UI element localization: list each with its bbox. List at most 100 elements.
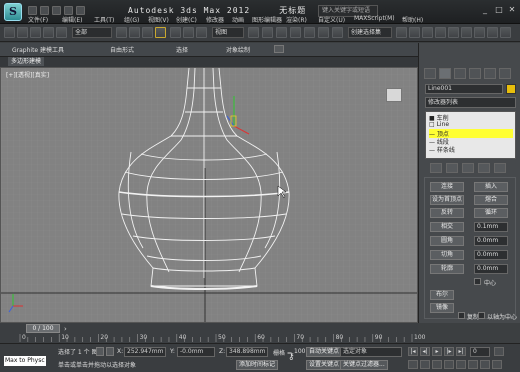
tab-freeform[interactable]: 自由形式 [110,45,134,54]
fov-icon[interactable] [456,360,466,369]
fillet-button[interactable]: 圆角 [430,236,464,246]
center-checkbox[interactable] [474,278,481,285]
redo-icon[interactable] [76,6,85,15]
play-icon[interactable]: ▸ [432,347,442,356]
minimize-button[interactable]: _ [480,5,490,15]
pivot-center-icon[interactable] [248,27,259,38]
schematic-view-icon[interactable] [461,27,472,38]
make-unique-icon[interactable] [462,163,474,173]
menu-views[interactable]: 视图(V) [148,15,169,24]
tab-graphite[interactable]: Graphite 建模工具 [12,45,64,54]
copy-checkbox[interactable] [458,312,465,319]
perspective-viewport[interactable] [0,67,418,323]
ref-coord-select[interactable]: 视图 [212,27,244,38]
zoom-extents-icon[interactable] [432,360,442,369]
chamfer-spinner[interactable]: 0.0mm [474,250,508,260]
menu-tools[interactable]: 工具(T) [94,15,114,24]
outline-spinner[interactable]: 0.0mm [474,264,508,274]
y-coordinate-field[interactable]: -0.0mm [177,347,215,357]
z-coordinate-field[interactable]: 348.898mm [226,347,268,357]
add-time-tag-button[interactable]: 添加时间标记 [236,360,279,370]
zoom-extents-all-icon[interactable] [444,360,454,369]
stack-item-spline[interactable]: — 样条线 [429,145,455,154]
zoom-all-icon[interactable] [420,360,430,369]
menu-animation[interactable]: 动画 [232,15,244,24]
zoom-icon[interactable] [408,360,418,369]
previous-frame-icon[interactable]: ◂| [420,347,430,356]
mirror-icon[interactable] [396,27,407,38]
show-end-result-icon[interactable] [446,163,458,173]
redo-icon[interactable] [17,27,28,38]
viewcube-icon[interactable] [386,88,402,102]
rect-selection-icon[interactable] [142,27,153,38]
key-icon[interactable]: ⚷ [288,352,302,362]
save-file-icon[interactable] [52,6,61,15]
utilities-tab-icon[interactable] [499,68,511,79]
menu-maxscript[interactable]: MAXScript(M) [354,15,395,22]
hierarchy-tab-icon[interactable] [454,68,466,79]
key-filters-button[interactable]: 关键点过滤器... [340,360,388,370]
edit-named-sets-icon[interactable] [332,27,343,38]
auto-key-button[interactable]: 自动关键点 [306,347,343,357]
insert-button[interactable]: 插入 [474,182,508,192]
go-to-end-icon[interactable]: ▸| [456,347,466,356]
pin-stack-icon[interactable] [430,163,442,173]
chamfer-button[interactable]: 切角 [430,250,464,260]
pan-icon[interactable] [468,360,478,369]
configure-sets-icon[interactable] [494,163,506,173]
menu-group[interactable]: 组(G) [124,15,139,24]
close-button[interactable]: ✕ [507,5,517,15]
set-key-button[interactable]: 设置关键点 [306,360,343,370]
outline-button[interactable]: 轮廓 [430,264,464,274]
menu-help[interactable]: 帮助(H) [402,15,423,24]
boolean-button[interactable]: 布尔 [430,290,454,300]
create-tab-icon[interactable] [424,68,436,79]
time-slider[interactable]: 0 / 100 [26,324,60,333]
move-icon[interactable] [170,27,181,38]
app-logo-icon[interactable]: S [4,3,22,21]
graphite-toggle-icon[interactable] [435,27,446,38]
cross-insert-spinner[interactable]: 0.1mm [474,222,508,232]
maxscript-listener-field[interactable]: Max to Physc [4,356,46,366]
bind-icon[interactable] [56,27,67,38]
ribbon-subpanel[interactable]: 多边形建模 [8,57,45,66]
undo-icon[interactable] [64,6,73,15]
spinner-snap-icon[interactable] [318,27,329,38]
menu-rendering[interactable]: 渲染(R) [286,15,307,24]
rotate-icon[interactable] [183,27,194,38]
link-icon[interactable] [30,27,41,38]
x-coordinate-field[interactable]: 252.947mm [124,347,166,357]
select-object-icon[interactable] [116,27,127,38]
connect-button[interactable]: 连接 [430,182,464,192]
undo-icon[interactable] [4,27,15,38]
align-icon[interactable] [409,27,420,38]
remove-modifier-icon[interactable] [478,163,490,173]
tab-selection[interactable]: 选择 [176,45,188,54]
time-config-icon[interactable] [494,347,504,356]
mirror-button[interactable]: 镜像 [430,303,454,313]
menu-graph-editors[interactable]: 图形编辑器 [252,15,282,24]
viewport-label[interactable]: [+][透视][真实] [6,70,49,79]
reverse-button[interactable]: 反转 [430,208,464,218]
tab-object-paint[interactable]: 对象绘制 [226,45,250,54]
cross-insert-button[interactable]: 相交 [430,222,464,232]
current-frame-field[interactable]: 0 [470,347,490,357]
angle-snap-icon[interactable] [290,27,301,38]
render-setup-icon[interactable] [487,27,498,38]
next-frame-icon[interactable]: › [64,325,72,333]
window-crossing-icon[interactable] [155,27,166,38]
snap-toggle-icon[interactable] [276,27,287,38]
lock-selection-icon[interactable] [96,347,104,356]
motion-tab-icon[interactable] [469,68,481,79]
selected-object-select[interactable]: 选定对象 [340,347,402,357]
go-to-start-icon[interactable]: |◂ [408,347,418,356]
curve-editor-icon[interactable] [448,27,459,38]
fillet-spinner[interactable]: 0.0mm [474,236,508,246]
stack-item-line[interactable]: □ Line [429,121,449,128]
orbit-icon[interactable] [480,360,490,369]
menu-create[interactable]: 创建(C) [176,15,197,24]
fuse-button[interactable]: 熔合 [474,195,508,205]
menu-file[interactable]: 文件(F) [28,15,48,24]
new-file-icon[interactable] [28,6,37,15]
modifier-list-select[interactable]: 修改器列表 [425,97,516,108]
